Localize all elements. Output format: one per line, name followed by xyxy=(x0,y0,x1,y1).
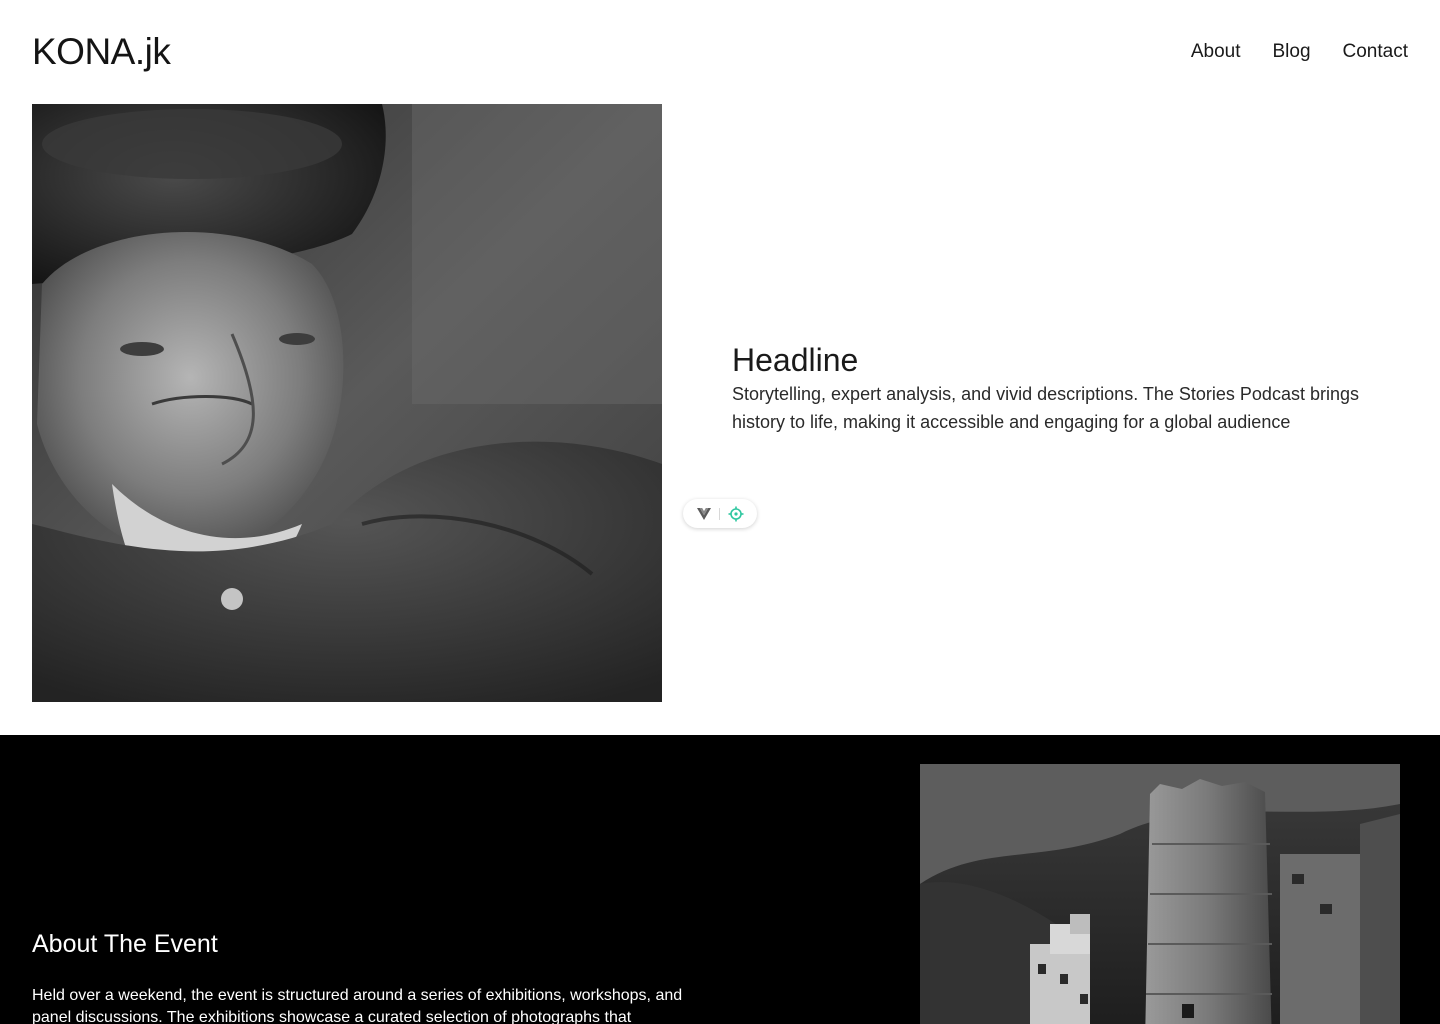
hero-portrait-image xyxy=(32,104,662,702)
nav-link-about[interactable]: About xyxy=(1191,40,1241,64)
cliff-dwelling-image xyxy=(920,764,1400,1024)
hero-text-block: Headline Storytelling, expert analysis, … xyxy=(732,340,1392,436)
vue-logo-icon[interactable] xyxy=(696,507,711,520)
main-nav: About Blog Contact xyxy=(1191,40,1408,64)
nav-link-blog[interactable]: Blog xyxy=(1272,40,1310,64)
nav-link-contact[interactable]: Contact xyxy=(1343,40,1408,64)
dev-toolbar xyxy=(683,499,757,528)
about-event-section: About The Event Held over a weekend, the… xyxy=(0,735,1440,1024)
hero-headline: Headline xyxy=(732,342,859,378)
event-body: Held over a weekend, the event is struct… xyxy=(32,987,683,1024)
target-icon[interactable] xyxy=(728,506,744,522)
site-header: KONA.jk About Blog Contact xyxy=(0,0,1440,104)
site-logo[interactable]: KONA.jk xyxy=(32,30,171,74)
event-title: About The Event xyxy=(32,930,218,958)
toolbar-divider xyxy=(718,507,720,520)
hero-description: Storytelling, expert analysis, and vivid… xyxy=(732,384,1359,432)
